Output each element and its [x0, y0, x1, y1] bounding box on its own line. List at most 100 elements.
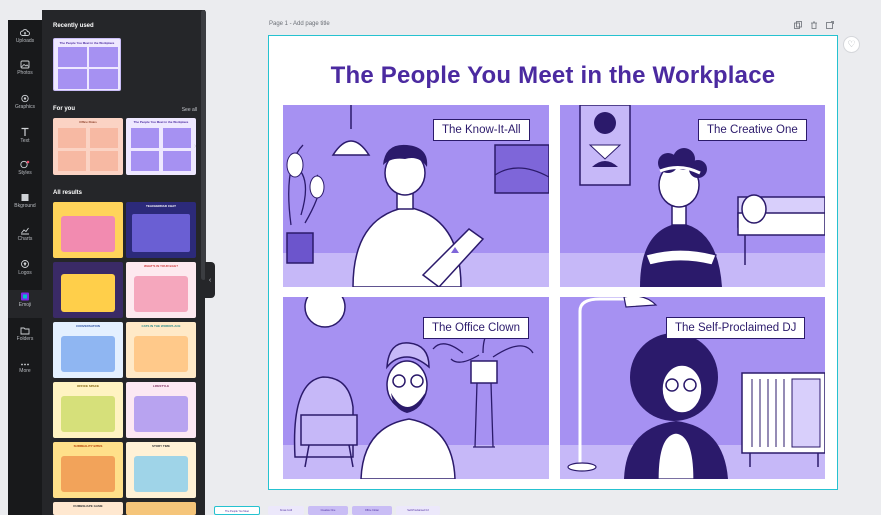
result-thumb[interactable]: TEACHERDAD CHAT	[126, 202, 196, 258]
thumb-art	[61, 274, 115, 312]
page-thumb-label: Know-It-All	[279, 509, 293, 512]
templates-panel: Recently used The People You Meet in the…	[42, 10, 205, 515]
thumb-cell	[58, 47, 87, 67]
delete-page-icon[interactable]	[810, 21, 818, 31]
design-title[interactable]: The People You Meet in the Workplace	[269, 62, 837, 90]
thumb-title: SURREALITY BITES	[73, 444, 103, 448]
rail-charts[interactable]: Charts	[8, 226, 42, 242]
page-thumb-label: Creative One	[320, 509, 336, 512]
result-thumb[interactable]: SURREALITY BITES	[53, 442, 123, 498]
tool-rail: Uploads Photos Graphics Text Styles Bkgr…	[8, 20, 42, 515]
result-thumb[interactable]: OFFICE SPACE	[53, 382, 123, 438]
thumb-cell	[131, 128, 159, 148]
for-you-thumb[interactable]: The People You Meet in the Workplace	[126, 118, 196, 175]
thumb-title: CATS IN THE WORKPLACE	[141, 324, 181, 328]
thumb-title: DUMBSHAPE GAME	[73, 504, 103, 508]
thumb-cell	[58, 151, 86, 171]
thumb-title: OFFICE SPACE	[77, 384, 99, 388]
rail-graphics[interactable]: Graphics	[8, 94, 42, 110]
thumb-title: Office Roles	[79, 120, 97, 124]
result-thumb[interactable]: LIFESTYLE	[126, 382, 196, 438]
design-page[interactable]: The People You Meet in the Workplace The…	[268, 35, 838, 490]
rail-photos[interactable]: Photos	[8, 60, 42, 76]
rail-background[interactable]: Bkground	[8, 193, 42, 209]
thumb-title: The People You Meet in the Workplace	[59, 41, 115, 45]
thumb-cell	[89, 69, 118, 89]
thumb-art	[134, 336, 188, 372]
heart-icon[interactable]: ♡	[843, 36, 860, 53]
section-title-all-results: All results	[53, 190, 83, 196]
page-thumb[interactable]: Creative One	[308, 506, 348, 515]
panel-scrollbar[interactable]	[201, 10, 206, 280]
result-thumb[interactable]	[53, 202, 123, 258]
rail-more[interactable]: More	[8, 362, 42, 374]
page-thumb[interactable]: Office Clown	[352, 506, 392, 515]
comic-panel-office-clown[interactable]: The Office Clown	[283, 297, 549, 479]
comic-panel-know-it-all[interactable]: The Know-It-All	[283, 105, 549, 287]
comic-panel-self-proclaimed-dj[interactable]: The Self-Proclaimed DJ	[560, 297, 825, 479]
result-thumb[interactable]: DUMBSHAPE GAME	[53, 502, 123, 515]
rail-label: Folders	[16, 336, 34, 342]
rail-styles[interactable]: Styles	[8, 160, 42, 176]
page-thumb-label: Office Clown	[364, 509, 380, 512]
thumb-cell	[131, 151, 159, 171]
thumb-art	[134, 456, 188, 492]
thumb-title: TEACHERDAD CHAT	[146, 204, 176, 208]
result-thumb[interactable]: CONVERSATION	[53, 322, 123, 378]
rail-label: Text	[20, 138, 30, 144]
collapse-panel-button[interactable]: ‹	[205, 262, 215, 298]
thumb-title: WHAT'S IN YOUR BAG?	[143, 264, 179, 268]
recent-template-thumb[interactable]: The People You Meet in the Workplace	[53, 38, 121, 91]
page-thumb[interactable]: Know-It-All	[268, 506, 304, 515]
panel-caption[interactable]: The Office Clown	[423, 317, 529, 339]
logo-icon	[21, 260, 29, 268]
emoji-icon	[21, 292, 29, 301]
rail-folders[interactable]: Folders	[8, 326, 42, 342]
result-thumb[interactable]: CATS IN THE WORKPLACE	[126, 322, 196, 378]
page-thumb-label: The People You Meet	[225, 510, 249, 513]
thumb-title: CONVERSATION	[76, 324, 100, 328]
rail-label: Logos	[18, 270, 32, 276]
page-thumbnail-strip: The People You Meet Know-It-All Creative…	[210, 503, 881, 515]
editor-app: Uploads Photos Graphics Text Styles Bkgr…	[0, 0, 881, 515]
thumb-title: STORY TIME	[151, 444, 171, 448]
duplicate-page-icon[interactable]	[794, 21, 802, 31]
comic-panel-creative-one[interactable]: The Creative One	[560, 105, 825, 287]
result-thumb[interactable]: WHAT'S IN YOUR BAG?	[126, 262, 196, 318]
thumb-cell	[163, 151, 191, 171]
see-all-link[interactable]: See all	[182, 107, 197, 113]
page-thumb-label: Self-Proclaimed DJ	[407, 509, 429, 512]
thumb-cell	[90, 151, 118, 171]
thumb-cell	[58, 128, 86, 148]
result-thumb[interactable]: STORY TIME	[126, 442, 196, 498]
panel-caption[interactable]: The Know-It-All	[433, 119, 530, 141]
folder-icon	[20, 327, 30, 335]
page-thumb[interactable]: The People You Meet	[214, 506, 260, 515]
rail-label: Styles	[18, 170, 32, 176]
section-title-for-you: For you	[53, 106, 75, 112]
thumb-title: The People You Meet in the Workplace	[133, 120, 189, 124]
thumb-cell	[89, 47, 118, 67]
chevron-right-icon[interactable]: ›	[194, 143, 196, 150]
rail-label: More	[19, 368, 31, 374]
page-title-input[interactable]: Page 1 - Add page title	[269, 21, 330, 27]
section-title-recent: Recently used	[53, 23, 94, 29]
rail-emoji[interactable]: Emoji	[8, 290, 42, 318]
rail-label: Charts	[17, 236, 33, 242]
rail-logos[interactable]: Logos	[8, 259, 42, 276]
rail-label: Bkground	[14, 203, 36, 209]
palette-icon	[20, 160, 30, 169]
rail-text[interactable]: Text	[8, 127, 42, 144]
add-page-icon[interactable]	[826, 21, 834, 31]
for-you-thumb[interactable]: Office Roles	[53, 118, 123, 175]
shapes-icon	[21, 94, 29, 103]
chart-icon	[21, 227, 29, 235]
chevron-left-icon: ‹	[208, 276, 212, 284]
page-thumb[interactable]: Self-Proclaimed DJ	[396, 506, 440, 515]
panel-caption[interactable]: The Self-Proclaimed DJ	[666, 317, 806, 339]
result-thumb[interactable]	[126, 502, 196, 515]
upload-cloud-icon	[20, 29, 30, 36]
result-thumb[interactable]	[53, 262, 123, 318]
rail-uploads[interactable]: Uploads	[8, 28, 42, 44]
panel-caption[interactable]: The Creative One	[698, 119, 807, 141]
